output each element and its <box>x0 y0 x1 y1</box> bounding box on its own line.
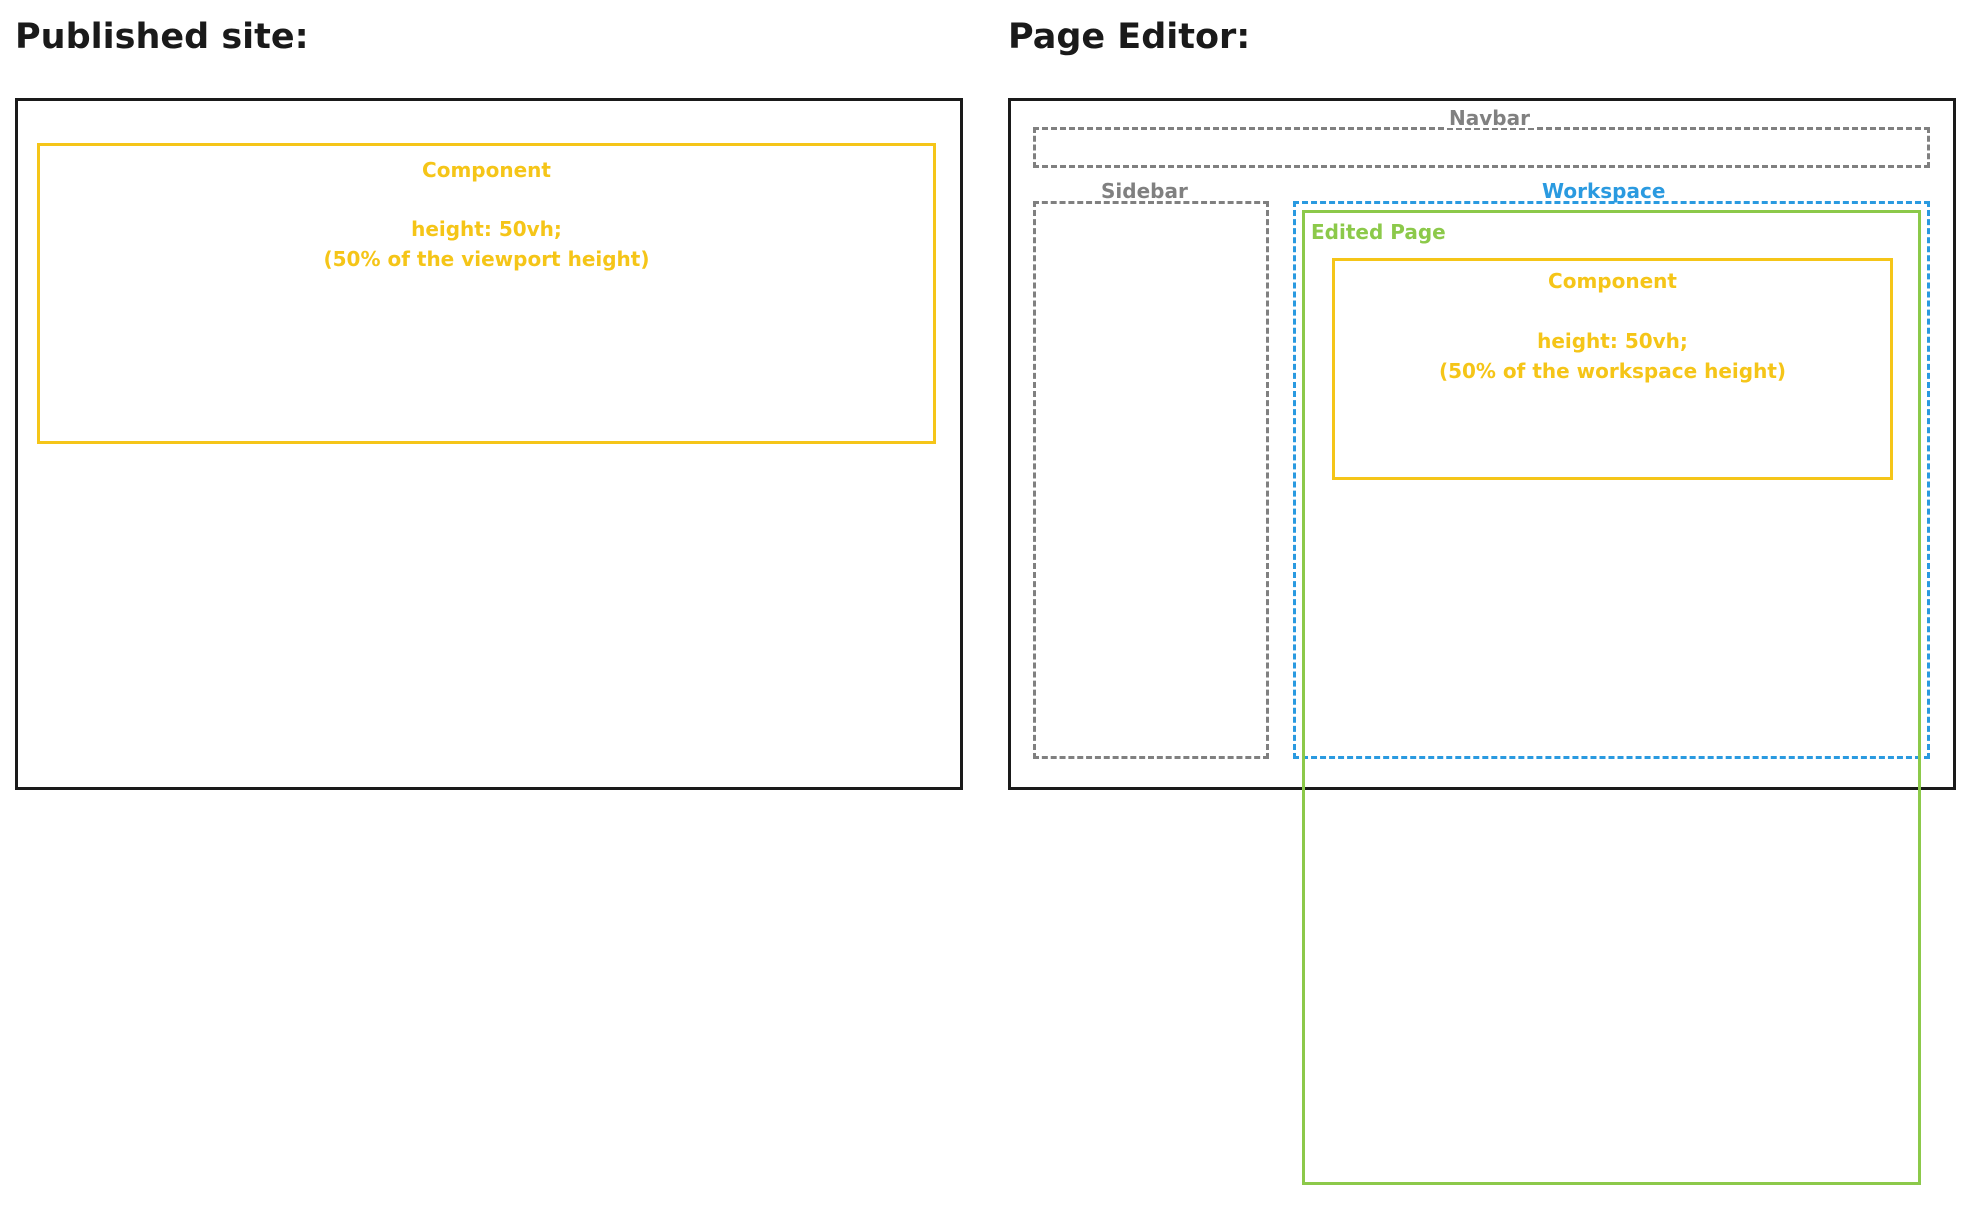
published-site-heading: Published site: <box>15 17 309 57</box>
navbar-region <box>1033 127 1930 168</box>
editor-component-note: (50% of the workspace height) <box>1438 359 1787 383</box>
workspace-label: Workspace <box>1538 181 1670 201</box>
published-component-note: (50% of the viewport height) <box>323 247 650 271</box>
page-editor-heading: Page Editor: <box>1008 17 1251 57</box>
navbar-label: Navbar <box>1445 108 1534 128</box>
editor-component-title: Component <box>1548 269 1677 293</box>
sidebar-label: Sidebar <box>1097 181 1192 201</box>
sidebar-region <box>1033 201 1269 759</box>
published-component-box <box>37 143 936 444</box>
published-component-title: Component <box>422 158 551 182</box>
editor-component-css: height: 50vh; <box>1537 329 1688 353</box>
published-component-css: height: 50vh; <box>411 217 562 241</box>
edited-page-label: Edited Page <box>1311 220 1446 244</box>
